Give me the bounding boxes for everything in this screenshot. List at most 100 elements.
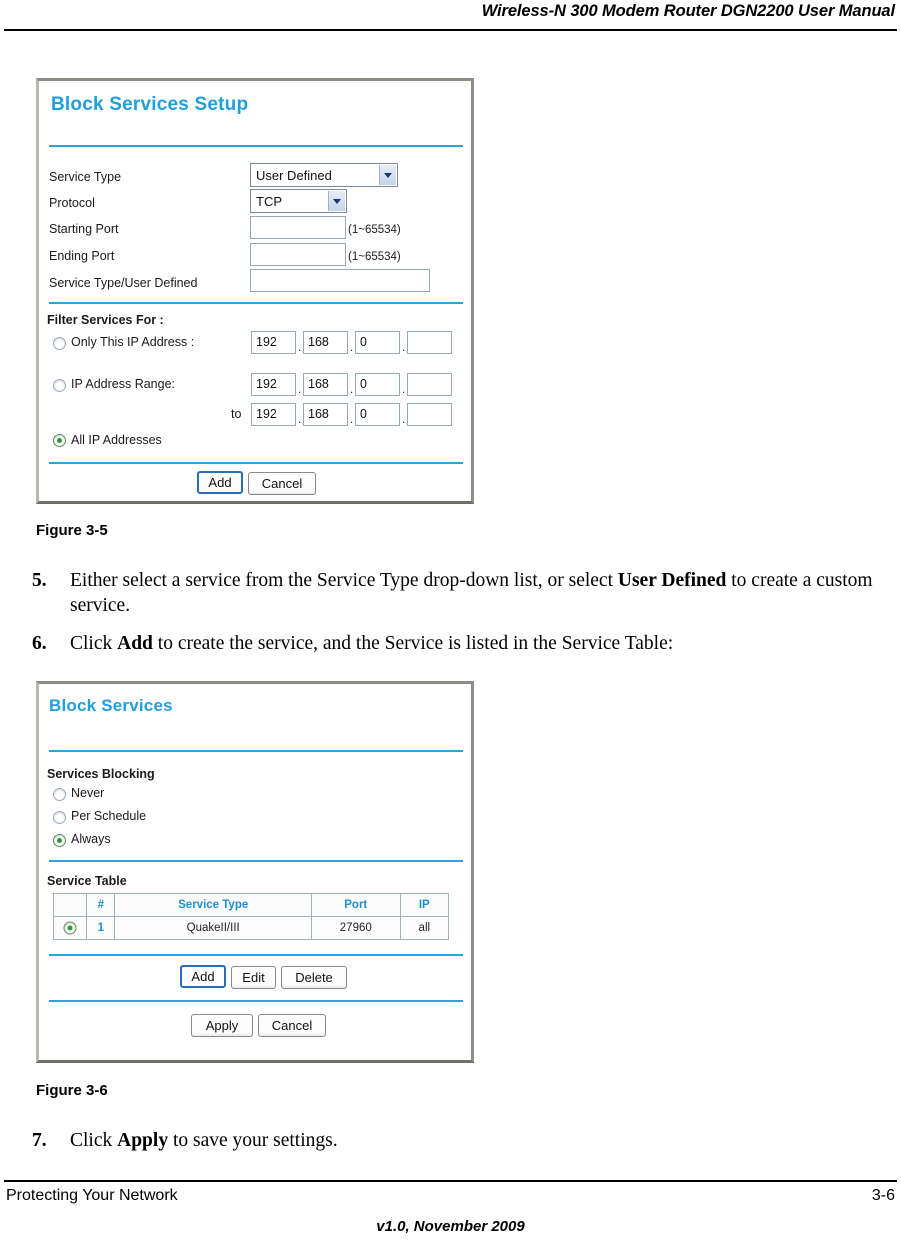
starting-port-label: Starting Port — [49, 222, 119, 236]
ip-dot: . — [402, 342, 406, 354]
services-blocking-heading: Services Blocking — [47, 767, 155, 781]
screen-title-block-services: Block Services — [49, 696, 173, 715]
ip-range-from-octet-3[interactable]: 0 — [355, 373, 400, 396]
only-this-ip-label: Only This IP Address : — [71, 335, 195, 349]
ip-dot: . — [402, 384, 406, 396]
ip-range-to-octet-4[interactable] — [407, 403, 452, 426]
ending-port-input[interactable] — [250, 243, 346, 266]
only-this-ip-octet-4[interactable] — [407, 331, 452, 354]
starting-port-hint: (1~65534) — [348, 224, 401, 236]
footer-section-name: Protecting Your Network — [6, 1187, 178, 1204]
title-divider — [49, 750, 463, 752]
col-ip: IP — [399, 893, 450, 917]
title-divider — [49, 145, 463, 147]
step-7-text-after: to save your settings. — [168, 1130, 338, 1151]
radio-never[interactable] — [53, 788, 66, 801]
row-ip: all — [399, 916, 450, 940]
add-row-button[interactable]: Add — [180, 965, 226, 988]
starting-port-input[interactable] — [250, 216, 346, 239]
row-index: 1 — [86, 916, 116, 940]
ip-dot: . — [298, 384, 302, 396]
step-7-bold: Apply — [117, 1130, 169, 1151]
col-select — [52, 893, 88, 917]
radio-row-select[interactable] — [63, 921, 77, 935]
step-5-bold: User Defined — [617, 570, 727, 591]
service-type-value: User Defined — [256, 167, 332, 183]
chevron-down-icon[interactable] — [328, 191, 345, 211]
step-6-bold: Add — [117, 633, 153, 654]
ip-address-range-label: IP Address Range: — [71, 377, 176, 391]
table-row[interactable]: 1 QuakeII/III 27960 all — [52, 916, 450, 940]
ip-dot: . — [298, 342, 302, 354]
ending-port-label: Ending Port — [49, 249, 115, 263]
ip-dot: . — [402, 414, 406, 426]
only-this-ip-octet-2[interactable]: 168 — [303, 331, 348, 354]
figure-block-services: Block Services Services Blocking Never P… — [36, 681, 474, 1063]
ip-range-from-octet-1[interactable]: 192 — [251, 373, 296, 396]
service-type-label: Service Type — [49, 170, 122, 184]
only-this-ip-octet-3[interactable]: 0 — [355, 331, 400, 354]
cancel-form-button[interactable]: Cancel — [258, 1014, 326, 1037]
chevron-down-icon[interactable] — [379, 165, 396, 185]
step-7-text: Click Apply to save your settings. — [70, 1128, 892, 1153]
radio-only-this-ip[interactable] — [53, 337, 66, 350]
ip-range-to-octet-2[interactable]: 168 — [303, 403, 348, 426]
table-header-row: # Service Type Port IP — [52, 893, 450, 917]
ending-port-hint: (1~65534) — [348, 251, 401, 263]
step-6-number: 6. — [32, 633, 47, 654]
ip-range-to-octet-3[interactable]: 0 — [355, 403, 400, 426]
figure-block-services-setup: Block Services Setup Service Type User D… — [36, 78, 474, 504]
footer-page-number: 3-6 — [871, 1187, 895, 1204]
page-running-header: Wireless-N 300 Modem Router DGN2200 User… — [0, 0, 901, 40]
ip-range-to-octet-1[interactable]: 192 — [251, 403, 296, 426]
step-5: 5. Either select a service from the Serv… — [32, 568, 892, 618]
ip-range-from-octet-2[interactable]: 168 — [303, 373, 348, 396]
footer-version: v1.0, November 2009 — [376, 1218, 525, 1235]
service-type-user-defined-input[interactable] — [250, 269, 430, 292]
header-rule — [4, 29, 897, 31]
col-port: Port — [310, 893, 401, 917]
figure-caption-3-5: Figure 3-5 — [36, 522, 108, 539]
delete-row-button[interactable]: Delete — [281, 966, 347, 989]
all-ip-addresses-label: All IP Addresses — [71, 433, 162, 447]
step-7-number: 7. — [32, 1130, 47, 1151]
step-6-text-before: Click — [70, 633, 118, 654]
protocol-label: Protocol — [49, 196, 95, 210]
filter-divider — [49, 462, 463, 464]
footer-rule — [4, 1180, 897, 1182]
step-5-text-before: Either select a service from the Service… — [70, 570, 618, 591]
add-button[interactable]: Add — [197, 471, 243, 494]
radio-always[interactable] — [53, 834, 66, 847]
radio-ip-address-range[interactable] — [53, 379, 66, 392]
col-index: # — [86, 893, 116, 917]
figure-caption-3-6: Figure 3-6 — [36, 1082, 108, 1099]
service-table: # Service Type Port IP 1 QuakeII/III 279… — [52, 893, 450, 940]
step-7-text-before: Click — [70, 1130, 118, 1151]
ip-dot: . — [298, 414, 302, 426]
ip-dot: . — [350, 414, 354, 426]
filter-services-heading: Filter Services For : — [47, 313, 164, 327]
step-7: 7. Click Apply to save your settings. — [32, 1128, 892, 1153]
protocol-value: TCP — [256, 193, 282, 209]
always-label: Always — [71, 832, 111, 846]
manual-title: Wireless-N 300 Modem Router DGN2200 User… — [481, 2, 895, 20]
service-table-heading: Service Table — [47, 874, 127, 888]
edit-row-button[interactable]: Edit — [231, 966, 276, 989]
row-select-cell[interactable] — [52, 916, 88, 940]
actions-divider — [49, 1000, 463, 1002]
cancel-button[interactable]: Cancel — [248, 472, 316, 495]
row-port: 27960 — [310, 916, 401, 940]
ip-range-from-octet-4[interactable] — [407, 373, 452, 396]
radio-per-schedule[interactable] — [53, 811, 66, 824]
only-this-ip-octet-1[interactable]: 192 — [251, 331, 296, 354]
row-service-type: QuakeII/III — [114, 916, 312, 940]
service-type-user-defined-label: Service Type/User Defined — [49, 276, 198, 290]
per-schedule-label: Per Schedule — [71, 809, 147, 823]
apply-button[interactable]: Apply — [191, 1014, 253, 1037]
protocol-select[interactable]: TCP — [250, 189, 347, 213]
service-type-select[interactable]: User Defined — [250, 163, 398, 187]
col-service-type: Service Type — [114, 893, 312, 917]
never-label: Never — [71, 786, 105, 800]
radio-all-ip-addresses[interactable] — [53, 434, 66, 447]
fields-divider — [49, 302, 463, 304]
